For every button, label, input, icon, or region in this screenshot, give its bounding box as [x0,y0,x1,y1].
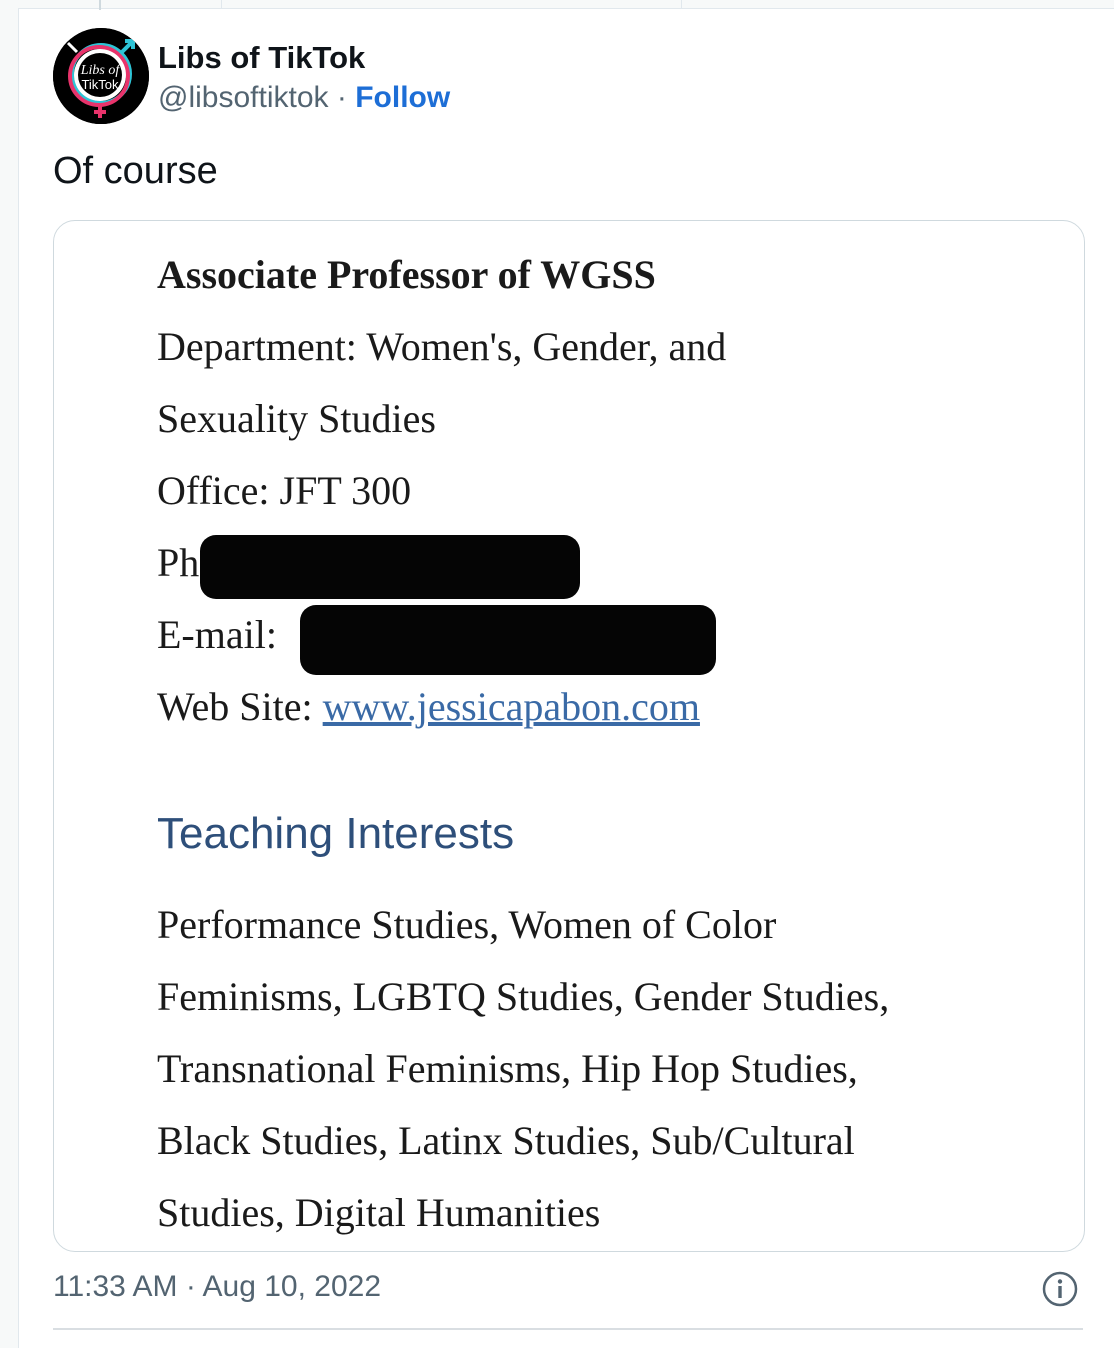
author-name[interactable]: Libs of TikTok [158,40,365,76]
thread-connector [99,0,101,10]
author-meta: @libsoftiktok · Follow [158,81,450,115]
interests-line: Performance Studies, Women of Color [157,902,777,947]
follow-button[interactable]: Follow [355,81,450,114]
interests-line: Transnational Feminisms, Hip Hop Studies… [157,1046,858,1091]
doc-website-link: www.jessicapabon.com [322,684,700,729]
tweet-card: Libs of TikTok Libs of TikTok @libsoftik… [18,0,1114,1348]
interests-line: Feminisms, LGBTQ Studies, Gender Studies… [157,974,890,1019]
tweet-image[interactable]: Associate Professor of WGSS Department: … [53,220,1085,1252]
avatar-text-1: Libs of [80,63,122,78]
doc-office: Office: JFT 300 [157,468,412,513]
author-handle[interactable]: @libsoftiktok [158,81,329,114]
meta-separator: · [336,81,347,114]
doc-email-label: E-mail: [157,612,277,657]
avatar-logo: Libs of TikTok [53,28,149,124]
doc-department-line1: Department: Women's, Gender, and [157,324,727,369]
interests-line: Studies, Digital Humanities [157,1190,601,1235]
tweet-text: Of course [53,150,218,192]
teaching-interests-title: Teaching Interests [157,809,515,858]
doc-department-line2: Sexuality Studies [157,396,436,441]
info-icon[interactable] [1041,1270,1079,1308]
tweet-timestamp[interactable]: 11:33 AM · Aug 10, 2022 [53,1270,381,1304]
doc-website-label: Web Site: [157,684,323,729]
avatar[interactable]: Libs of TikTok [53,28,149,124]
avatar-text-2: TikTok [81,77,119,92]
interests-line: Black Studies, Latinx Studies, Sub/Cultu… [157,1118,855,1163]
doc-heading: Associate Professor of WGSS [157,252,656,297]
bottom-divider [53,1328,1083,1330]
email-redaction [300,605,716,675]
doc-website: Web Site: www.jessicapabon.com [157,683,700,730]
top-divider [221,0,222,8]
top-border [19,8,1114,9]
top-divider [681,0,682,8]
phone-redaction [200,535,580,599]
